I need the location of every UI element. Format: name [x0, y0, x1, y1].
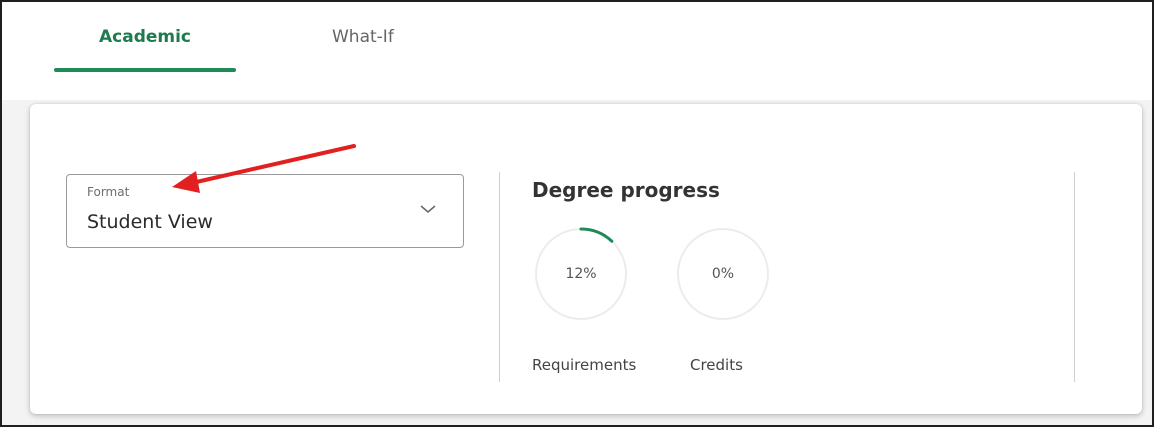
screenshot-frame: Academic What-If Format Student View Deg…	[0, 0, 1154, 427]
annotation-arrow-icon	[172, 144, 356, 193]
